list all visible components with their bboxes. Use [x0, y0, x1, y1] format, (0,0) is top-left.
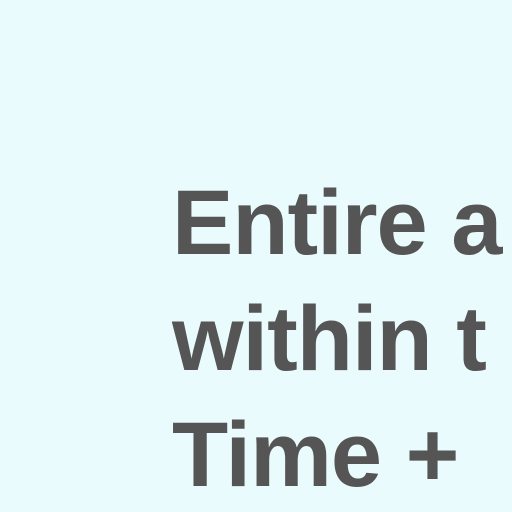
content-panel: Entire a within t Time +: [0, 0, 512, 512]
partial-text-block: Entire a within t Time +: [172, 165, 512, 512]
text-line-1: Entire a: [172, 172, 502, 274]
text-line-2: within t: [172, 288, 487, 390]
text-line-3: Time +: [172, 404, 459, 506]
